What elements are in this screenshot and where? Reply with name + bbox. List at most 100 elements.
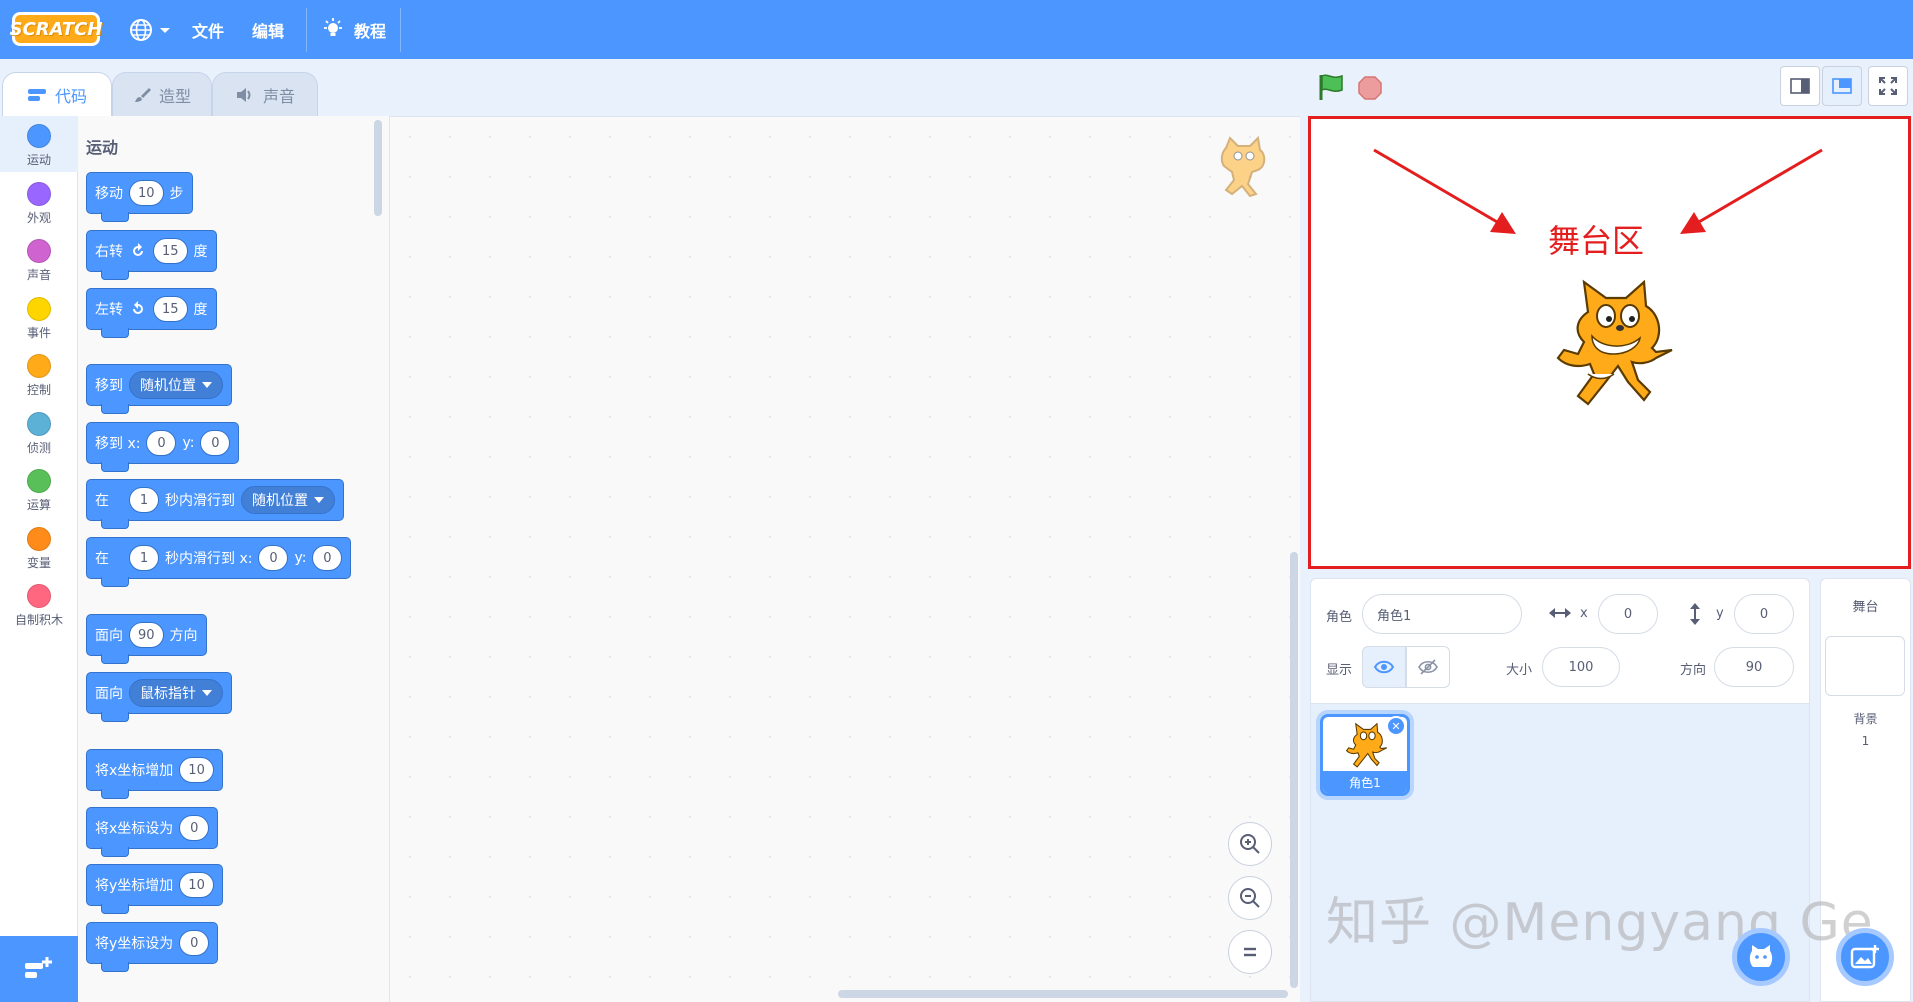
scratch-logo[interactable]: SCRATCH: [10, 12, 102, 46]
y-input[interactable]: 0: [1734, 594, 1794, 634]
category-sound[interactable]: 声音: [0, 231, 78, 287]
block-goto[interactable]: 移到 随机位置: [86, 364, 232, 414]
category-label: 侦测: [26, 441, 51, 455]
eye-icon: [1374, 660, 1394, 674]
direction-input[interactable]: 90: [129, 622, 164, 648]
y-input[interactable]: 0: [200, 430, 231, 456]
category-dot: [27, 412, 51, 436]
zoom-out-icon: [1240, 888, 1260, 908]
category-label: 运算: [26, 498, 51, 512]
block-change-x[interactable]: 将x坐标增加 10: [86, 749, 223, 799]
block-text: 移到 x:: [95, 436, 141, 452]
block-point-direction[interactable]: 面向 90 方向: [86, 614, 207, 664]
seconds-input[interactable]: 1: [129, 487, 159, 513]
x-input[interactable]: 0: [1598, 594, 1658, 634]
tab-code-label: 代码: [54, 86, 87, 106]
watermark: 知乎 @Mengyang Ge: [1326, 893, 1874, 953]
workspace-vertical-scrollbar[interactable]: [1290, 552, 1298, 988]
zoom-reset-button[interactable]: [1228, 930, 1272, 974]
edit-menu[interactable]: 编辑: [252, 18, 284, 42]
hide-sprite-button[interactable]: [1406, 646, 1450, 688]
speaker-icon: [236, 87, 251, 102]
sprite-name-input[interactable]: 角色1: [1362, 594, 1522, 634]
category-variables[interactable]: 变量: [0, 519, 78, 575]
palette-scrollbar[interactable]: [374, 120, 382, 216]
small-stage-button[interactable]: [1780, 66, 1820, 106]
cat-sprite[interactable]: [1548, 276, 1678, 408]
block-turn-left[interactable]: 左转 15 度: [86, 288, 217, 338]
block-glide-xy[interactable]: 在 1 秒内滑行到 x: 0 y: 0: [86, 537, 352, 587]
category-events[interactable]: 事件: [0, 289, 78, 345]
x-input[interactable]: 0: [146, 430, 177, 456]
seconds-input[interactable]: 1: [129, 545, 159, 571]
value-input[interactable]: 10: [179, 757, 214, 783]
block-glide[interactable]: 在 1 秒内滑行到 随机位置: [86, 479, 344, 529]
stage-thumbnail[interactable]: [1825, 636, 1905, 696]
dropdown-value: 鼠标指针: [140, 686, 196, 702]
degrees-input[interactable]: 15: [153, 296, 188, 322]
glide-target-dropdown[interactable]: 随机位置: [241, 486, 335, 514]
file-menu[interactable]: 文件: [192, 18, 224, 42]
large-stage-button[interactable]: [1822, 66, 1862, 106]
workspace-horizontal-scrollbar[interactable]: [838, 990, 1288, 998]
language-menu[interactable]: [128, 16, 172, 44]
large-stage-icon: [1832, 78, 1852, 94]
category-operators[interactable]: 运算: [0, 461, 78, 517]
category-motion[interactable]: 运动: [0, 116, 78, 172]
value-input[interactable]: 10: [179, 872, 214, 898]
block-move-steps[interactable]: 移动 10 步: [86, 172, 193, 222]
x-input[interactable]: 0: [258, 545, 289, 571]
degrees-input[interactable]: 15: [153, 238, 188, 264]
block-text: 将y坐标增加: [95, 878, 174, 894]
steps-input[interactable]: 10: [129, 180, 164, 206]
block-goto-xy[interactable]: 移到 x: 0 y: 0: [86, 422, 240, 472]
lightbulb-icon[interactable]: [322, 18, 344, 40]
fullscreen-button[interactable]: [1868, 66, 1908, 106]
stop-icon[interactable]: [1358, 76, 1382, 100]
current-sprite-thumbnail: [1220, 136, 1266, 198]
small-stage-icon: [1790, 78, 1810, 94]
close-icon: ✕: [1391, 719, 1401, 733]
choose-backdrop-button[interactable]: [1836, 928, 1894, 986]
block-change-y[interactable]: 将y坐标增加 10: [86, 864, 223, 914]
zoom-in-button[interactable]: [1228, 822, 1272, 866]
value-input[interactable]: 0: [179, 815, 210, 841]
horizontal-arrows-icon: [1549, 608, 1571, 618]
block-text: 面向: [95, 686, 123, 702]
choose-sprite-button[interactable]: [1732, 928, 1790, 986]
category-label: 声音: [26, 268, 51, 282]
block-text: 右转: [95, 244, 123, 260]
category-label: 事件: [26, 326, 51, 340]
category-sensing[interactable]: 侦测: [0, 404, 78, 460]
tab-costumes[interactable]: 造型: [112, 72, 212, 116]
block-set-x[interactable]: 将x坐标设为 0: [86, 807, 219, 857]
value-input[interactable]: 0: [179, 930, 210, 956]
zoom-out-button[interactable]: [1228, 876, 1272, 920]
category-dot: [27, 239, 51, 263]
y-input[interactable]: 0: [312, 545, 343, 571]
goto-target-dropdown[interactable]: 随机位置: [129, 371, 223, 399]
block-turn-right[interactable]: 右转 15 度: [86, 230, 217, 280]
rotate-right-icon: [133, 243, 143, 256]
tab-sounds[interactable]: 声音: [212, 72, 318, 116]
tab-code[interactable]: 代码: [2, 72, 112, 116]
block-set-y[interactable]: 将y坐标设为 0: [86, 922, 219, 972]
menu-divider: [400, 8, 401, 52]
delete-sprite-button[interactable]: ✕: [1386, 716, 1406, 736]
category-looks[interactable]: 外观: [0, 174, 78, 230]
block-text: y:: [182, 435, 195, 451]
category-dot: [27, 527, 51, 551]
code-workspace[interactable]: [390, 116, 1300, 1002]
size-input[interactable]: 100: [1542, 647, 1620, 687]
direction-input[interactable]: 90: [1714, 647, 1794, 687]
category-my-blocks[interactable]: 自制积木: [0, 576, 78, 632]
block-point-towards[interactable]: 面向 鼠标指针: [86, 672, 232, 722]
add-extension-button[interactable]: [0, 936, 78, 1002]
point-towards-dropdown[interactable]: 鼠标指针: [129, 679, 223, 707]
show-sprite-button[interactable]: [1362, 646, 1406, 688]
show-label: 显示: [1326, 663, 1353, 678]
green-flag-icon[interactable]: [1316, 72, 1346, 102]
tab-costumes-label: 造型: [158, 86, 191, 106]
tutorials-menu[interactable]: 教程: [354, 18, 386, 42]
category-control[interactable]: 控制: [0, 346, 78, 402]
